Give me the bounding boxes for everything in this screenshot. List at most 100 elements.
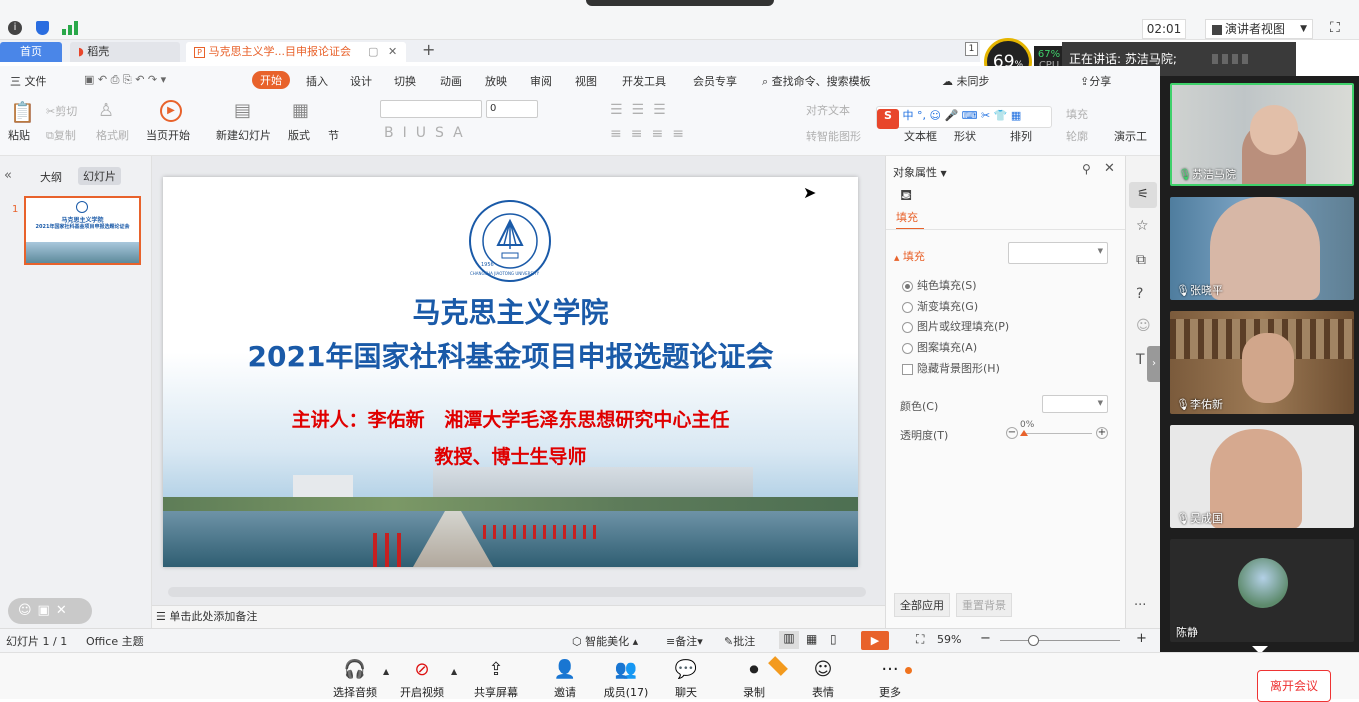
slide-thumbnail[interactable]: 马克思主义学院 2021年国家社科基金项目申报选题论证会 [24, 196, 141, 265]
audio-options-caret[interactable]: ▲ [383, 667, 389, 676]
layout-icon[interactable]: ▦ [292, 100, 309, 121]
sync-status[interactable]: ☁ 未同步 [942, 73, 990, 89]
tab-home[interactable]: 首页 [0, 42, 62, 62]
zoom-in-button[interactable]: + [1136, 631, 1147, 646]
share-button[interactable]: ⇪分享 [1080, 73, 1111, 89]
animation-icon[interactable]: ⧉ [1136, 252, 1146, 268]
sorter-view-icon[interactable]: ▦ [806, 632, 817, 646]
new-tab-icon[interactable]: + [422, 40, 435, 59]
menu-transition[interactable]: 切换 [394, 73, 416, 89]
quick-tools-pill[interactable]: ☺▣✕ [8, 598, 92, 624]
participant-tile[interactable]: 🎙吴成国 [1170, 425, 1354, 528]
comments-button[interactable]: ✎批注 [724, 633, 755, 649]
notes-button[interactable]: ≡备注▾ [666, 633, 703, 649]
color-picker[interactable]: ▼ [1042, 395, 1108, 413]
text-icon[interactable]: T [1136, 352, 1145, 368]
smile-icon[interactable]: ☺ [1136, 318, 1151, 334]
fill-type-select[interactable]: ▼ [1008, 242, 1108, 264]
participant-tile[interactable]: 🎙苏洁马院 [1170, 83, 1354, 186]
fill-bucket-icon[interactable]: ⛾ [900, 186, 912, 206]
fill-section-title[interactable]: ▲ 填充 [894, 248, 925, 264]
smart-beautify-button[interactable]: ⬡ 智能美化 ▴ [572, 633, 638, 649]
participant-tile[interactable]: 陈静 [1170, 539, 1354, 642]
more-button[interactable]: ··· 更多 [860, 659, 920, 700]
video-options-caret[interactable]: ▲ [451, 667, 457, 676]
collapse-panel-icon[interactable]: « [4, 168, 12, 183]
paste-button[interactable]: 粘贴 [8, 127, 30, 143]
menu-slideshow[interactable]: 放映 [485, 73, 507, 89]
tab-fill[interactable]: 填充 [896, 209, 924, 230]
file-menu[interactable]: 三 文件 [10, 73, 47, 89]
align-text-button[interactable]: 对齐文本 [806, 102, 850, 118]
menu-view[interactable]: 视图 [575, 73, 597, 89]
menu-animation[interactable]: 动画 [440, 73, 462, 89]
chat-button[interactable]: 💬 聊天 [656, 659, 716, 700]
video-button[interactable]: ⊘ 开启视频 [392, 659, 452, 700]
quick-access-icons[interactable]: ▣ ↶ ⎙ ⎘ ↶ ↷ ▾ [84, 73, 166, 87]
copy-button[interactable]: ⧉复制 [46, 127, 76, 143]
new-slide-button[interactable]: 新建幻灯片 [216, 127, 271, 143]
menu-home[interactable]: 开始 [252, 71, 290, 89]
ime-toolbar[interactable]: S 中 °, ☺ 🎤 ⌨ ✂ 👕 ▦ [876, 106, 1052, 129]
leave-meeting-button[interactable]: 离开会议 [1257, 670, 1331, 702]
slide-canvas[interactable]: 1956 CHANGSHA JIAOTONG UNIVERSITY 马克思主义学… [163, 177, 858, 567]
audio-button[interactable]: 🎧 选择音频 [325, 659, 385, 700]
slider-thumb[interactable] [1020, 430, 1028, 436]
tab-docer[interactable]: ◗ 稻壳 [70, 42, 180, 62]
radio-gradient-fill[interactable]: 渐变填充(G) [902, 298, 978, 314]
apply-all-button[interactable]: 全部应用 [894, 593, 950, 617]
pin-icon[interactable]: ⚲ [1082, 162, 1091, 176]
tab-document[interactable]: P 马克思主义学...目申报论证会 ▢ ✕ [186, 42, 406, 62]
font-size-input[interactable]: 0 [486, 100, 538, 118]
more-icon[interactable]: ··· [1134, 598, 1146, 613]
radio-pattern-fill[interactable]: 图案填充(A) [902, 339, 977, 355]
font-format-buttons[interactable]: BIUSA [384, 125, 472, 141]
presenter-view-dropdown[interactable]: 演讲者视图 ▼ [1205, 19, 1313, 39]
menu-insert[interactable]: 插入 [306, 73, 328, 89]
decrease-transparency-button[interactable]: − [1006, 427, 1018, 439]
font-family-select[interactable] [380, 100, 482, 118]
notes-area[interactable]: ☰ 单击此处添加备注 [152, 605, 885, 628]
close-panel-icon[interactable]: ✕ [1104, 161, 1115, 176]
new-slide-icon[interactable]: ▤ [234, 100, 251, 121]
tab-slides[interactable]: 幻灯片 [78, 167, 121, 185]
participant-tile[interactable]: 🎙张晓平 [1170, 197, 1354, 300]
fit-window-icon[interactable]: ⛶ [916, 632, 924, 647]
format-painter-icon[interactable]: ♙ [98, 100, 114, 121]
cut-button[interactable]: ✂剪切 [46, 103, 77, 119]
reset-background-button[interactable]: 重置背景 [956, 593, 1012, 617]
zoom-slider[interactable] [1000, 640, 1120, 641]
menu-member[interactable]: 会员专享 [693, 73, 737, 89]
play-from-current-button[interactable]: 当页开始 [146, 127, 190, 143]
share-banner[interactable] [586, 0, 774, 6]
list-buttons[interactable]: ☰☰☰ [610, 102, 675, 118]
transparency-slider[interactable] [1022, 433, 1092, 434]
tab-count-badge[interactable]: 1 [965, 42, 978, 56]
textbox-button[interactable]: 文本框 [904, 128, 937, 144]
paste-icon[interactable]: 📋 [10, 100, 35, 124]
shape-button[interactable]: 形状 [954, 128, 976, 144]
menu-developer[interactable]: 开发工具 [622, 73, 666, 89]
hide-background-checkbox[interactable]: 隐藏背景图形(H) [902, 360, 1000, 376]
close-tab-icon[interactable]: ✕ [388, 42, 397, 62]
arrange-button[interactable]: 排列 [1010, 128, 1032, 144]
reactions-button[interactable]: ☺ 表情 [793, 659, 853, 700]
properties-icon[interactable]: ⚟ [1129, 182, 1157, 208]
menu-design[interactable]: 设计 [350, 73, 372, 89]
share-screen-button[interactable]: ⇪ 共享屏幕 [466, 659, 526, 700]
properties-header[interactable]: 对象属性 ▼ [893, 164, 947, 180]
format-painter-button[interactable]: 格式刷 [96, 127, 129, 143]
tab-outline[interactable]: 大纲 [40, 169, 62, 185]
participant-tile[interactable]: 🎙李佑新 [1170, 311, 1354, 414]
search-command[interactable]: ⌕ 查找命令、搜索模板 [762, 73, 871, 89]
zoom-level[interactable]: 59% [937, 633, 961, 646]
menu-review[interactable]: 审阅 [530, 73, 552, 89]
outline-button[interactable]: 轮廓 [1066, 128, 1088, 144]
horizontal-scrollbar[interactable] [168, 587, 866, 597]
align-buttons[interactable]: ≡≡≡≡ [610, 126, 693, 142]
present-tools-button[interactable]: 演示工 [1114, 128, 1147, 144]
play-from-current-icon[interactable]: ▶ [160, 100, 182, 122]
star-icon[interactable]: ☆ [1136, 218, 1149, 234]
info-icon[interactable]: i [8, 21, 22, 35]
window-icon[interactable]: ▢ [368, 42, 378, 62]
